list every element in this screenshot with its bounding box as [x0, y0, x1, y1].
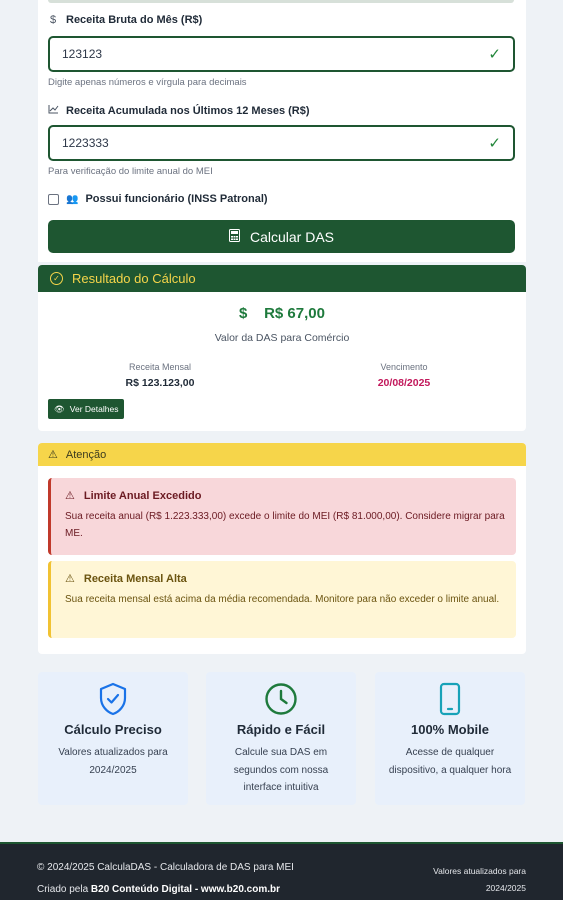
- feature-card-mobile: 100% Mobile Acesse de qualquer dispositi…: [375, 672, 525, 805]
- result-card: ✓ Resultado do Cálculo $ R$ 67,00 Valor …: [38, 265, 526, 431]
- revenue-label-text: Receita Bruta do Mês (R$): [66, 14, 203, 26]
- due-date-summary: Vencimento 20/08/2025: [282, 362, 526, 389]
- chart-line-icon: [48, 104, 59, 117]
- employee-option[interactable]: 👥 Possui funcionário (INSS Patronal): [48, 193, 268, 205]
- das-amount-value: R$ 67,00: [264, 305, 325, 322]
- revenue-label: $ Receita Bruta do Mês (R$): [48, 14, 202, 26]
- revenue-input[interactable]: 123123 ✓: [48, 36, 515, 72]
- revenue-input-value: 123123: [62, 47, 103, 61]
- feature-card-fast: Rápido e Fácil Calcule sua DAS em segund…: [206, 672, 356, 805]
- people-icon: 👥: [66, 193, 79, 205]
- check-icon: ✓: [488, 135, 501, 152]
- footer-company-link[interactable]: B20 Conteúdo Digital - www.b20.com.br: [91, 884, 280, 895]
- warning-icon: ⚠: [65, 573, 75, 585]
- result-header: ✓ Resultado do Cálculo: [38, 265, 526, 292]
- annual-limit-alert: ⚠ Limite Anual Excedido Sua receita anual…: [48, 478, 516, 555]
- das-amount: $ R$ 67,00: [38, 305, 526, 322]
- feature-card-precise: Cálculo Preciso Valores atualizados para…: [38, 672, 188, 805]
- alert-body: Sua receita anual (R$ 1.223.333,00) exce…: [65, 511, 505, 539]
- revenue-hint: Digite apenas números e vírgula para dec…: [48, 77, 247, 88]
- warning-icon: ⚠: [65, 490, 75, 502]
- calculate-button-label: Calcular DAS: [249, 228, 335, 245]
- das-amount-label: Valor da DAS para Comércio: [214, 332, 350, 344]
- check-icon: ✓: [488, 46, 501, 63]
- result-title: Resultado do Cálculo: [72, 271, 196, 286]
- calculate-button[interactable]: Calcular DAS: [48, 220, 515, 253]
- accumulated-label: Receita Acumulada nos Últimos 12 Meses (…: [48, 104, 310, 117]
- calculator-icon: [228, 228, 240, 245]
- employee-checkbox[interactable]: [48, 193, 59, 205]
- accumulated-input[interactable]: 1223333 ✓: [48, 125, 515, 161]
- footer-credits: Criado pela B20 Conteúdo Digital - www.b…: [37, 884, 280, 895]
- feature-description: Acesse de qualquer dispositivo, a qualqu…: [388, 747, 512, 776]
- accumulated-input-value: 1223333: [62, 136, 109, 150]
- view-details-label: Ver Detalhes: [69, 404, 119, 414]
- monthly-revenue-value: R$ 123.123,00: [125, 377, 195, 389]
- feature-description: Calcule sua DAS em segundos com nossa in…: [233, 747, 329, 793]
- footer-created-prefix: Criado pela: [37, 884, 91, 895]
- view-details-button[interactable]: 👁 Ver Detalhes: [48, 399, 125, 419]
- footer-updated-note: Valores atualizados para 2024/2025: [433, 866, 526, 893]
- due-date-value: 20/08/2025: [377, 377, 431, 389]
- accumulated-hint: Para verificação do limite anual do MEI: [48, 166, 213, 177]
- alert-body: Sua receita mensal está acima da média r…: [65, 594, 500, 605]
- clock-icon: [206, 682, 356, 716]
- check-circle-icon: ✓: [50, 272, 63, 285]
- warning-icon: ⚠: [48, 449, 58, 461]
- attention-card: ⚠ Atenção ⚠ Limite Anual Excedido Sua rec…: [38, 443, 526, 654]
- feature-title: Rápido e Fácil: [236, 722, 326, 737]
- monthly-revenue-summary: Receita Mensal R$ 123.123,00: [38, 362, 282, 389]
- attention-header: ⚠ Atenção: [38, 443, 526, 466]
- footer-copyright: © 2024/2025 CalculaDAS - Calculadora de …: [37, 862, 294, 873]
- dollar-icon: $: [49, 14, 57, 26]
- eye-icon: 👁: [54, 403, 65, 414]
- mobile-icon: [375, 682, 525, 716]
- feature-title: 100% Mobile: [410, 722, 490, 737]
- form-top-divider: [48, 0, 514, 3]
- due-date-label: Vencimento: [380, 362, 428, 372]
- monthly-high-alert: ⚠ Receita Mensal Alta Sua receita mensal …: [48, 561, 516, 638]
- alert-title: Limite Anual Excedido: [83, 489, 202, 502]
- feature-title: Cálculo Preciso: [64, 722, 162, 737]
- feature-description: Valores atualizados para 2024/2025: [58, 747, 168, 776]
- dollar-icon: $: [239, 305, 248, 322]
- attention-title: Atenção: [65, 448, 107, 461]
- alert-title: Receita Mensal Alta: [83, 572, 187, 585]
- monthly-revenue-label: Receita Mensal: [128, 362, 192, 372]
- footer: © 2024/2025 CalculaDAS - Calculadora de …: [0, 842, 563, 900]
- shield-check-icon: [38, 682, 188, 716]
- accumulated-label-text: Receita Acumulada nos Últimos 12 Meses (…: [66, 104, 310, 117]
- employee-label: Possui funcionário (INSS Patronal): [85, 193, 268, 205]
